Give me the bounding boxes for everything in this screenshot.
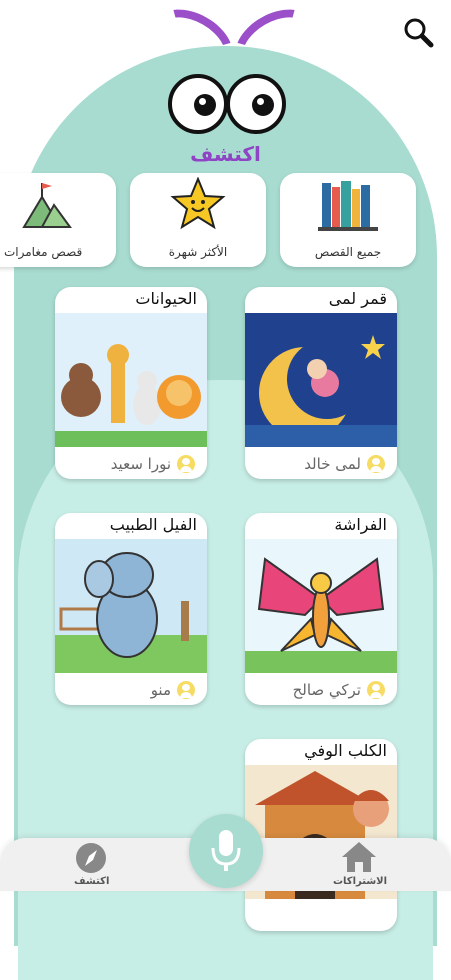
- category-popular[interactable]: الأكثر شهرة: [130, 173, 266, 267]
- story-card[interactable]: الفيل الطبيب منو: [55, 513, 207, 705]
- user-icon: [367, 455, 385, 473]
- star-icon: [170, 177, 226, 230]
- story-cover: [245, 313, 397, 447]
- compass-icon[interactable]: [73, 842, 109, 874]
- story-title: الكلب الوفي: [304, 741, 387, 760]
- story-cover: [55, 539, 207, 673]
- story-title: الفراشة: [334, 515, 387, 534]
- user-icon: [177, 455, 195, 473]
- books-icon: [318, 181, 378, 231]
- story-card[interactable]: قمر لمى لمى خالد: [245, 287, 397, 479]
- microphone-icon: [211, 830, 241, 871]
- mascot-eye-right: [226, 74, 286, 134]
- category-all-stories[interactable]: جميع القصص: [280, 173, 416, 267]
- story-author: منو: [151, 681, 195, 699]
- story-cover: [55, 313, 207, 447]
- story-author: لمى خالد: [304, 455, 385, 473]
- story-cover: [245, 539, 397, 673]
- category-label: جميع القصص: [314, 245, 382, 259]
- story-card[interactable]: الكلب الوفي: [245, 739, 397, 931]
- story-card[interactable]: الفراشة تركي صالح: [245, 513, 397, 705]
- nav-subscriptions-label[interactable]: الاشتراكات: [333, 876, 387, 887]
- user-icon: [177, 681, 195, 699]
- story-title: الفيل الطبيب: [109, 515, 197, 534]
- story-card[interactable]: الحيوانات نورا سعيد: [55, 287, 207, 479]
- story-title: قمر لمى: [328, 289, 387, 308]
- story-author: تركي صالح: [293, 681, 385, 699]
- microphone-button[interactable]: [189, 814, 263, 888]
- category-adventure[interactable]: قصص مغامرات: [0, 173, 116, 267]
- nav-discover-label[interactable]: اكتشف: [74, 876, 109, 887]
- search-icon[interactable]: [402, 16, 434, 48]
- user-icon: [367, 681, 385, 699]
- mountain-icon: [22, 183, 72, 228]
- story-title: الحيوانات: [135, 289, 197, 308]
- home-icon[interactable]: [340, 840, 378, 874]
- mascot-eye-left: [168, 74, 228, 134]
- page-title: اكتشف: [190, 142, 261, 166]
- category-label: الأكثر شهرة: [168, 245, 228, 259]
- story-author: نورا سعيد: [111, 455, 195, 473]
- category-label: قصص مغامرات: [4, 245, 83, 259]
